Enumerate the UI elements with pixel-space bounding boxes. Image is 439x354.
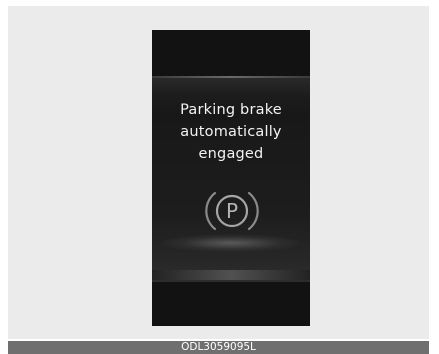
icon-reflection-glow <box>162 234 300 252</box>
parking-brake-letter: P <box>226 199 238 223</box>
warning-message: Parking brake automatically engaged <box>152 99 310 165</box>
display-bottom-band <box>152 270 310 280</box>
warning-message-line-1: Parking brake <box>180 102 282 118</box>
warning-message-line-2: automatically <box>180 124 282 140</box>
screenshot-frame: Parking brake automatically engaged P <box>8 6 429 339</box>
cluster-display: Parking brake automatically engaged P <box>152 30 310 326</box>
parking-brake-icon: P <box>202 188 262 234</box>
image-code-caption: ODL3059095L <box>8 341 429 354</box>
warning-message-line-3: engaged <box>198 146 264 162</box>
